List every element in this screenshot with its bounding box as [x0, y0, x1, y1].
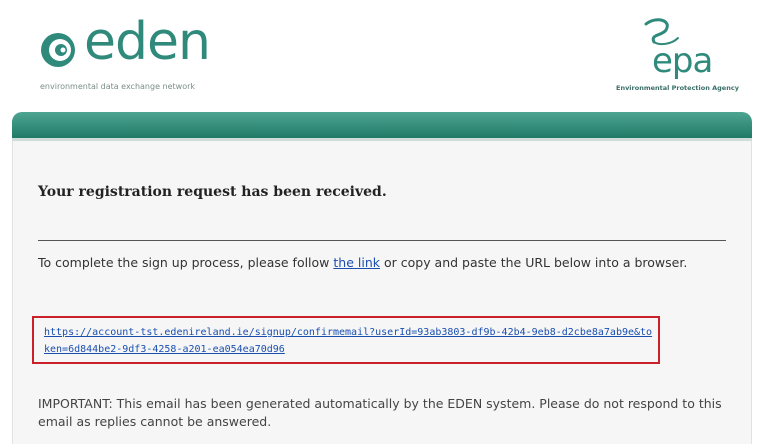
eden-tagline: environmental data exchange network: [40, 82, 196, 91]
header-band: [12, 112, 752, 138]
epa-tagline: Environmental Protection Agency: [616, 84, 739, 92]
eden-swirl-icon: [41, 33, 75, 67]
confirmation-url-link[interactable]: https://account-tst.edenireland.ie/signu…: [44, 324, 654, 358]
instruction-before: To complete the sign up process, please …: [38, 255, 334, 270]
confirmation-heading: Your registration request has been recei…: [38, 184, 387, 200]
divider: [38, 240, 726, 241]
eden-logo: eden environmental data exchange network: [38, 16, 268, 94]
the-link[interactable]: the link: [333, 255, 380, 270]
important-notice: IMPORTANT: This email has been generated…: [38, 396, 722, 429]
epa-logo-text: epa: [652, 41, 713, 81]
instruction-text: To complete the sign up process, please …: [38, 254, 718, 272]
eden-logo-text: eden: [84, 12, 211, 72]
email-frame: eden environmental data exchange network…: [10, 0, 757, 444]
url-highlight-box: https://account-tst.edenireland.ie/signu…: [32, 316, 660, 364]
instruction-after: or copy and paste the URL below into a b…: [380, 255, 688, 270]
epa-logo: epa Environmental Protection Agency: [616, 18, 756, 98]
email-header: eden environmental data exchange network…: [10, 0, 757, 112]
